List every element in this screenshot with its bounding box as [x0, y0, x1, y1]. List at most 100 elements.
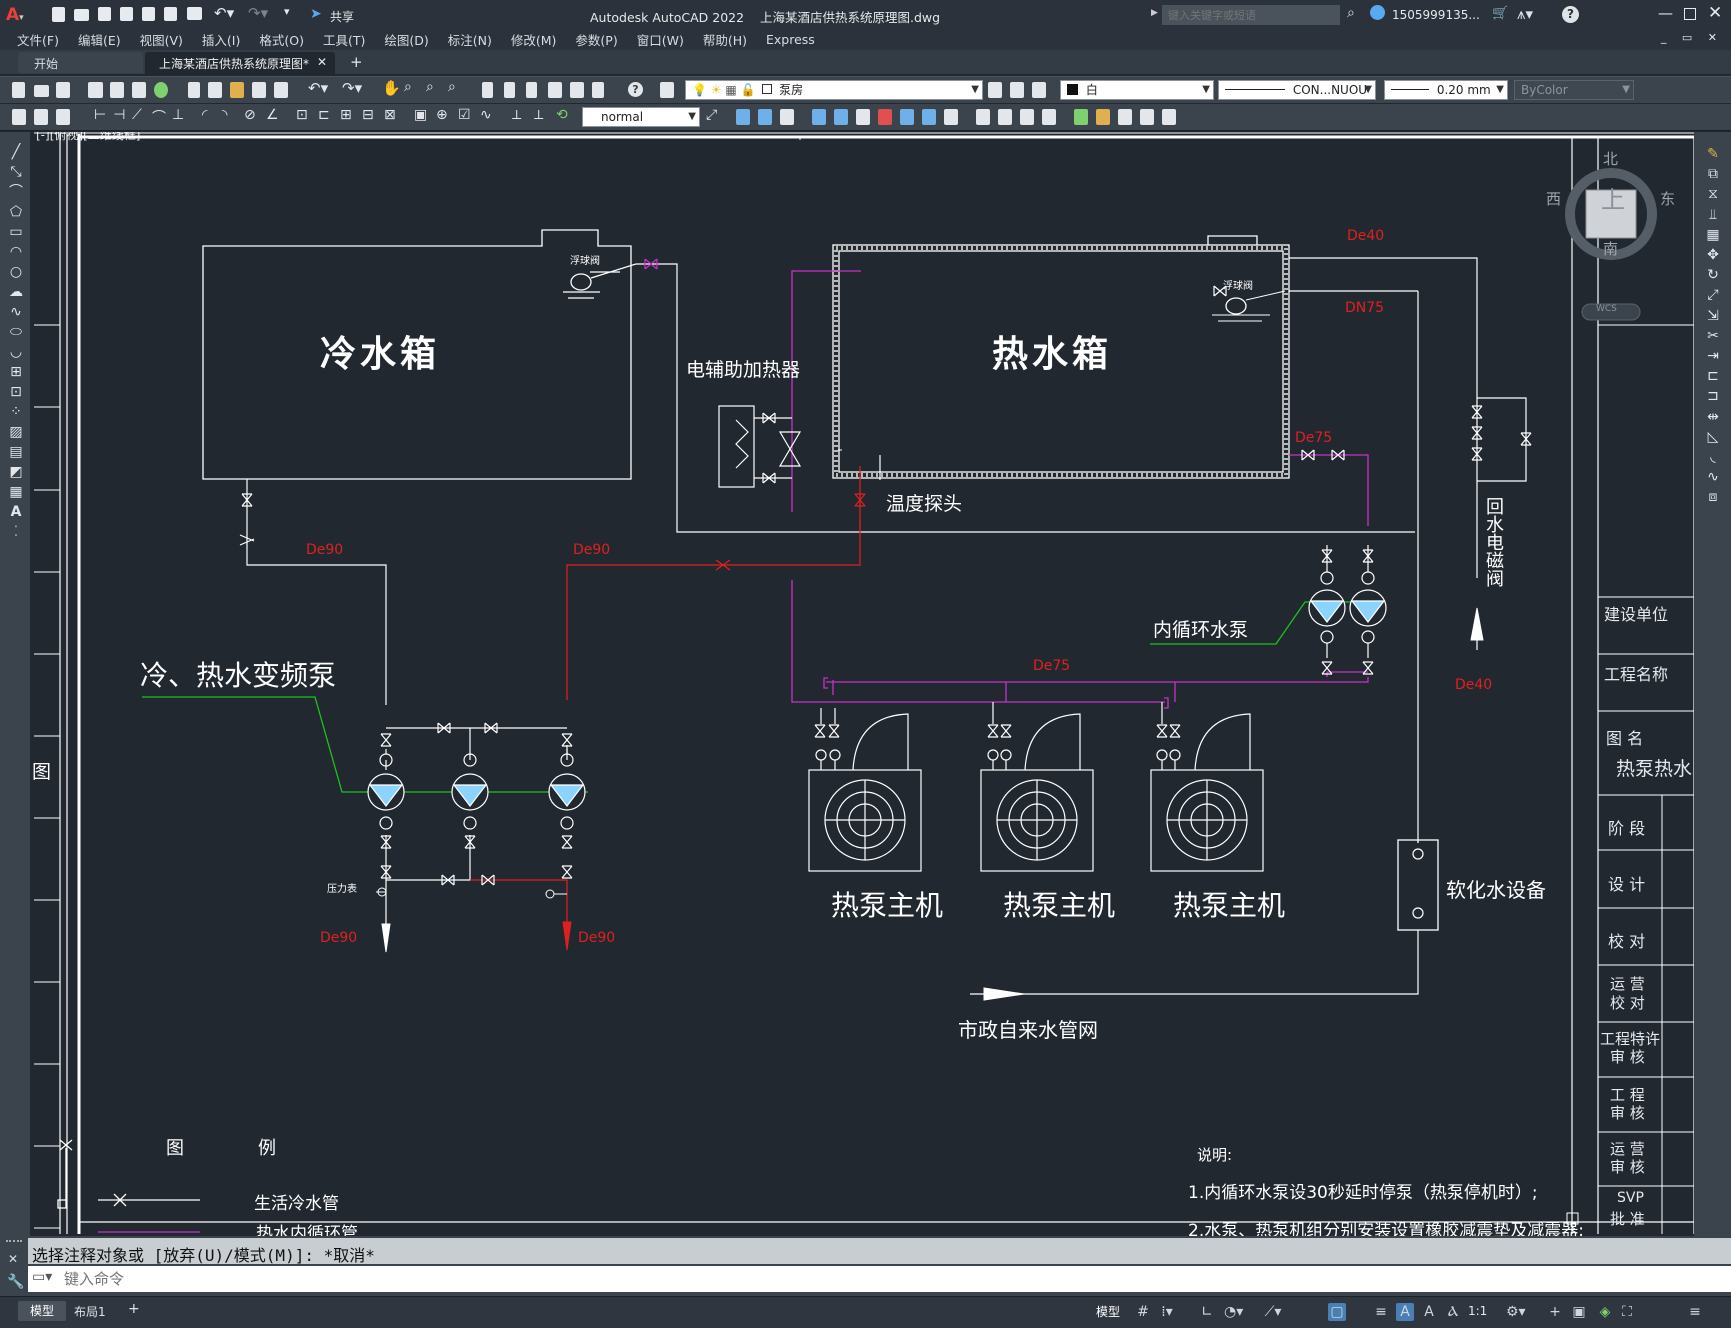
- cmd-settings-icon[interactable]: 🔧: [7, 1274, 24, 1290]
- model-space-canvas[interactable]: [-][俯视][二维线框] 冷水箱 热水箱 浮球阀 浮球阀 电辅助加热器 温度探…: [30, 132, 1694, 1236]
- menu-draw[interactable]: 绘图(D): [384, 30, 428, 49]
- modify-16-icon[interactable]: [1096, 109, 1110, 125]
- inspect-icon[interactable]: ☑: [458, 107, 478, 123]
- open-icon[interactable]: [34, 85, 49, 97]
- modify-11-icon[interactable]: [976, 109, 990, 125]
- help-icon[interactable]: ?: [628, 82, 643, 97]
- layer-dropdown[interactable]: 💡 ☀ ▦ 🔓 泵房 ▼: [685, 80, 983, 100]
- search-expand-icon[interactable]: ▶: [1151, 8, 1158, 18]
- gradient-icon[interactable]: ▤: [7, 442, 25, 462]
- extend-icon[interactable]: ⇥: [1704, 346, 1722, 366]
- viewcube-south[interactable]: 南: [1603, 238, 1618, 259]
- tab-active-drawing[interactable]: 上海某酒店供热系统原理图* ✕: [145, 52, 335, 74]
- layer-tools-icon[interactable]: [12, 109, 26, 125]
- redo-icon[interactable]: ↷▾: [342, 79, 362, 97]
- lineweight-dropdown[interactable]: 0.20 mm ▼: [1384, 80, 1508, 100]
- viewcube-east[interactable]: 东: [1660, 188, 1675, 209]
- menu-view[interactable]: 视图(V): [140, 30, 183, 49]
- modify-8-icon[interactable]: [900, 109, 914, 125]
- dim-aligned-icon[interactable]: ⟋: [132, 107, 149, 123]
- modify-9-icon[interactable]: [922, 109, 936, 125]
- dim-radius-icon[interactable]: ◜: [202, 107, 214, 123]
- color-dropdown[interactable]: 白 ▼: [1060, 80, 1214, 100]
- search-input[interactable]: [1162, 5, 1340, 25]
- block-editor-icon[interactable]: [274, 82, 288, 98]
- viewcube-wcs[interactable]: WCS: [1596, 304, 1617, 314]
- explode-icon[interactable]: ⧈: [1704, 487, 1722, 507]
- modify-14-icon[interactable]: [1042, 109, 1056, 125]
- add-selected-icon[interactable]: ⁚: [7, 522, 25, 542]
- break-icon[interactable]: ⊐: [1704, 386, 1722, 406]
- join-icon[interactable]: ⇹: [1704, 407, 1722, 427]
- open-icon[interactable]: [74, 9, 89, 21]
- publish-icon[interactable]: [132, 82, 146, 98]
- customize-qat-icon[interactable]: ▾: [284, 5, 290, 18]
- trim-icon[interactable]: ✂: [1704, 326, 1722, 346]
- dim-linear-icon[interactable]: ⊢⊣: [94, 107, 132, 123]
- cut-icon[interactable]: [188, 82, 200, 98]
- user-name[interactable]: 1505999135...: [1392, 8, 1480, 22]
- revcloud-icon[interactable]: ☁: [7, 282, 25, 302]
- hatch-icon[interactable]: ▨: [7, 422, 25, 442]
- isolate-icon[interactable]: ▣: [1570, 1303, 1588, 1321]
- share-button[interactable]: 共享: [330, 8, 354, 25]
- jogged-linear-icon[interactable]: ∿: [480, 107, 499, 123]
- dim-update-icon[interactable]: ⟲: [556, 107, 575, 123]
- break-at-point-icon[interactable]: ⊏: [1704, 366, 1722, 386]
- modify-13-icon[interactable]: [1020, 109, 1034, 125]
- user-icon[interactable]: [1370, 5, 1385, 20]
- tolerance-icon[interactable]: ▣: [414, 107, 434, 123]
- close-tab-icon[interactable]: ✕: [317, 55, 327, 69]
- match-prop-icon[interactable]: [252, 82, 266, 98]
- plus-icon[interactable]: +: [1546, 1303, 1564, 1321]
- model-space-button[interactable]: 模型: [1096, 1303, 1126, 1323]
- maximize-icon[interactable]: [1684, 8, 1696, 20]
- region-icon[interactable]: ◩: [7, 462, 25, 482]
- line-icon[interactable]: ╱: [7, 142, 25, 162]
- search-icon[interactable]: ⌕: [1347, 5, 1355, 21]
- stretch-icon[interactable]: ⇲: [1704, 306, 1722, 326]
- point-icon[interactable]: ⁘: [7, 402, 25, 422]
- close-icon[interactable]: ✕: [1708, 3, 1722, 23]
- dim-ordinate-icon[interactable]: ⊥: [172, 107, 191, 123]
- modify-4-icon[interactable]: [812, 109, 826, 125]
- save-as-icon[interactable]: [120, 7, 133, 21]
- menu-modify[interactable]: 修改(M): [511, 30, 557, 49]
- plotstyle-dropdown[interactable]: ByColor ▼: [1514, 80, 1634, 100]
- chamfer-icon[interactable]: ◺: [1704, 427, 1722, 447]
- design-center-icon[interactable]: [504, 82, 515, 98]
- menu-format[interactable]: 格式(O): [259, 30, 304, 49]
- annotation-visibility-icon[interactable]: A: [1396, 1303, 1414, 1321]
- layout-tab-1[interactable]: 布局1: [74, 1303, 106, 1320]
- modify-12-icon[interactable]: [998, 109, 1012, 125]
- ellipse-arc-icon[interactable]: ◡: [7, 342, 25, 362]
- layout-tab-model[interactable]: 模型: [18, 1301, 66, 1321]
- new-icon[interactable]: [52, 7, 65, 22]
- tool-palettes-icon[interactable]: [526, 82, 537, 98]
- grid-icon[interactable]: #: [1134, 1303, 1152, 1321]
- annotation-scale-value[interactable]: 1:1: [1468, 1304, 1487, 1318]
- viewcube-west[interactable]: 西: [1546, 188, 1561, 209]
- pan-icon[interactable]: ✋: [382, 79, 401, 97]
- menu-express[interactable]: Express: [766, 32, 815, 47]
- zoom-previous-icon[interactable]: ⌕: [448, 79, 456, 95]
- rectangle-icon[interactable]: ▭: [7, 222, 25, 242]
- dim-jogged-icon[interactable]: ◝: [222, 107, 234, 123]
- object-snap-icon[interactable]: ▢: [1328, 1303, 1346, 1321]
- offset-icon[interactable]: ⫫: [1704, 205, 1722, 225]
- ortho-icon[interactable]: ∟: [1198, 1303, 1216, 1321]
- modify-10-icon[interactable]: [944, 109, 958, 125]
- undo-icon[interactable]: ↶▾: [308, 79, 328, 97]
- sheet-set-icon[interactable]: [548, 82, 562, 98]
- copy-icon[interactable]: [208, 82, 222, 98]
- arc-icon[interactable]: ◠: [7, 242, 25, 262]
- dim-continue-icon[interactable]: ⊞: [340, 107, 359, 123]
- dimstyle-icon[interactable]: ⤢: [706, 107, 717, 123]
- plot-icon[interactable]: [88, 82, 103, 98]
- markup-icon[interactable]: [570, 82, 584, 98]
- modify-15-icon[interactable]: [1074, 109, 1088, 125]
- zoom-realtime-icon[interactable]: ⌕: [404, 79, 412, 95]
- cmd-grip-icon[interactable]: [6, 1240, 22, 1248]
- paste-icon[interactable]: [230, 82, 244, 98]
- insert-block-icon[interactable]: ⊞: [7, 362, 25, 382]
